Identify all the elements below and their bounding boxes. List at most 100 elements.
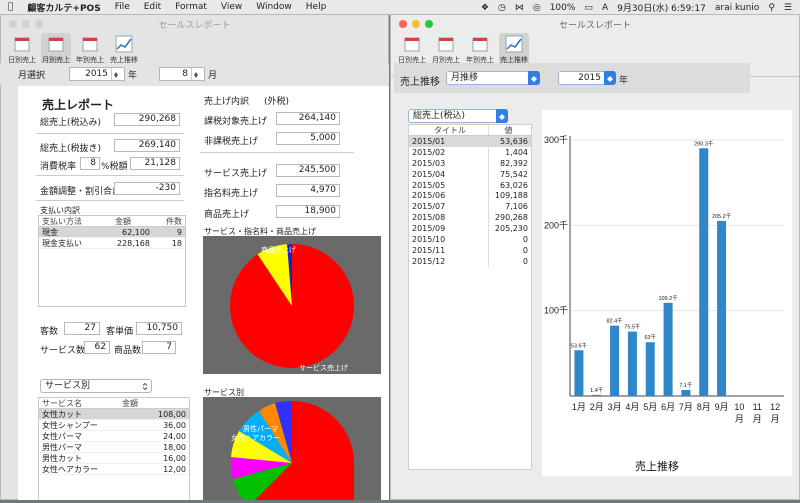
trend-table: タイトル 値 2015/01 53,636 2015/02 1,404 2015/03 8… (408, 124, 532, 470)
trend-year-stepper[interactable]: 2015 (558, 71, 616, 85)
table-row[interactable]: 2015/05 63,026 (409, 179, 531, 191)
table-row[interactable]: 女性ヘアカラー 12,00 (39, 464, 189, 475)
col-header[interactable]: サービス名 (39, 398, 119, 408)
table-row[interactable]: 2015/10 0 (409, 234, 531, 245)
tax-percent-label: %税額 (101, 162, 128, 172)
window-title: セールスレポート (558, 20, 631, 31)
col-header[interactable]: 支払い方法 (39, 216, 97, 226)
search-icon[interactable]: ⚲ (768, 3, 775, 13)
nomination-field[interactable]: 4,970 (276, 184, 340, 197)
table-row[interactable]: 男性カット 16,00 (39, 453, 189, 464)
table-row[interactable]: 2015/11 0 (409, 244, 531, 256)
table-row[interactable]: 女性カット 108,00 (39, 409, 189, 420)
close-button[interactable] (399, 20, 407, 28)
menu-format[interactable]: Format (175, 2, 207, 12)
cell-value: 205,230 (494, 224, 528, 234)
table-row[interactable]: 男性パーマ 18,00 (39, 442, 189, 453)
cell-title: 2015/11 (409, 244, 489, 256)
table-row[interactable]: 2015/08 290,268 (409, 212, 531, 224)
table-row[interactable]: 2015/03 82,392 (409, 157, 531, 169)
wifi-icon[interactable]: ◎ (533, 3, 541, 13)
metric-popup[interactable]: 総売上(税込) (408, 109, 508, 123)
taxable-field[interactable]: 264,140 (276, 112, 340, 125)
menubar-user[interactable]: arai kunio (715, 3, 759, 13)
bar-data-label: 205.2千 (712, 212, 732, 220)
table-row[interactable]: 2015/01 53,636 (409, 136, 531, 147)
table-row[interactable]: 女性シャンプー 36,00 (39, 420, 189, 431)
bar (592, 394, 602, 396)
trend-table-body: 2015/01 53,636 2015/02 1,404 2015/03 82,392 20… (409, 136, 531, 267)
col-header[interactable]: 件数 (149, 216, 185, 226)
dropbox-icon[interactable]: ❖ (481, 3, 489, 13)
total-without-tax-field[interactable]: 269,140 (114, 139, 180, 152)
month-select-label: 月選択 (18, 70, 46, 81)
apple-icon[interactable]:  (8, 2, 13, 12)
y-tick-label: 300千 (544, 135, 568, 145)
menu-file[interactable]: File (115, 2, 130, 12)
col-header[interactable]: 値 (489, 125, 531, 135)
minimize-button[interactable] (22, 20, 30, 28)
table-row[interactable]: 2015/07 7,106 (409, 201, 531, 213)
stepper-arrows-icon[interactable] (111, 68, 121, 80)
x-tick-label: 2月 (590, 402, 604, 412)
service-count-field[interactable]: 62 (84, 341, 110, 354)
total-with-tax-field[interactable]: 290,268 (114, 113, 180, 126)
cell-title: 2015/05 (409, 179, 489, 191)
breakdown-note: (外税) (264, 97, 290, 107)
nontaxable-field[interactable]: 5,000 (276, 132, 340, 145)
divider (200, 152, 354, 153)
table-row[interactable]: 現金 62,100 9 (39, 227, 185, 238)
col-header[interactable]: 金額 (119, 398, 189, 408)
service-sales-field[interactable]: 245,500 (276, 164, 340, 177)
history-icon[interactable]: ◷ (498, 3, 506, 13)
minimize-button[interactable] (412, 20, 420, 28)
battery-percent[interactable]: 100% (550, 3, 576, 13)
close-button[interactable] (9, 20, 17, 28)
product-sales-field[interactable]: 18,900 (276, 205, 340, 218)
menu-edit[interactable]: Edit (144, 2, 161, 12)
adjust-field[interactable]: -230 (114, 182, 180, 195)
zoom-button[interactable] (35, 20, 43, 28)
cell: 36,00 (163, 421, 186, 430)
menu-window[interactable]: Window (256, 2, 292, 12)
table-row[interactable]: 2015/02 1,404 (409, 146, 531, 158)
table-row[interactable]: 2015/06 109,188 (409, 190, 531, 202)
table-row[interactable]: 女性パーマ 24,00 (39, 431, 189, 442)
customers-field[interactable]: 27 (64, 322, 100, 335)
input-source-icon[interactable]: A (602, 3, 608, 13)
table-row[interactable]: 2015/04 75,542 (409, 168, 531, 180)
product-count-label: 商品数 (114, 346, 142, 356)
battery-icon[interactable]: ▭ (584, 3, 593, 13)
menu-view[interactable]: View (221, 2, 242, 12)
month-stepper[interactable]: 8 (159, 67, 206, 81)
menubar-clock[interactable]: 9月30日(水) 6:59:17 (617, 1, 706, 14)
trend-period-popup[interactable]: 月推移 (446, 71, 540, 85)
zoom-button[interactable] (425, 20, 433, 28)
table-row[interactable]: 現金支払い 228,168 18 (39, 238, 185, 249)
col-header[interactable]: タイトル (409, 125, 489, 135)
month-value: 8 (182, 69, 189, 79)
list-icon[interactable]: ☰ (784, 3, 792, 13)
bluetooth-icon[interactable]: ⋈ (515, 3, 524, 13)
product-count-field[interactable]: 7 (142, 341, 176, 354)
trend-period-value: 月推移 (451, 73, 479, 83)
cell: 228,168 (116, 239, 150, 248)
stepper-arrows-icon[interactable] (604, 71, 616, 85)
bar-data-label: 53.6千 (571, 341, 588, 349)
menu-help[interactable]: Help (306, 2, 327, 12)
stepper-arrows-icon[interactable] (191, 68, 201, 80)
service-pie: 女性ヘアカラー 男性パーマ (203, 397, 381, 500)
avg-field[interactable]: 10,750 (136, 322, 182, 335)
service-view-popup[interactable]: サービス別 (40, 379, 152, 393)
table-row[interactable]: 2015/12 0 (409, 255, 531, 267)
pie1-label-main: サービス売上げ (299, 363, 348, 372)
cell: 18,00 (163, 443, 186, 452)
table-row[interactable]: 2015/09 205,230 (409, 223, 531, 235)
cell-value: 7,106 (505, 202, 528, 212)
tax-amount-field[interactable]: 21,128 (130, 157, 180, 170)
tax-rate-field[interactable]: 8 (80, 157, 100, 170)
menu-app-name[interactable]: 顧客カルテ+POS (27, 1, 100, 14)
col-header[interactable]: 金額 (97, 216, 149, 226)
year-stepper[interactable]: 2015 (69, 67, 126, 81)
cell: 108,00 (158, 410, 186, 419)
